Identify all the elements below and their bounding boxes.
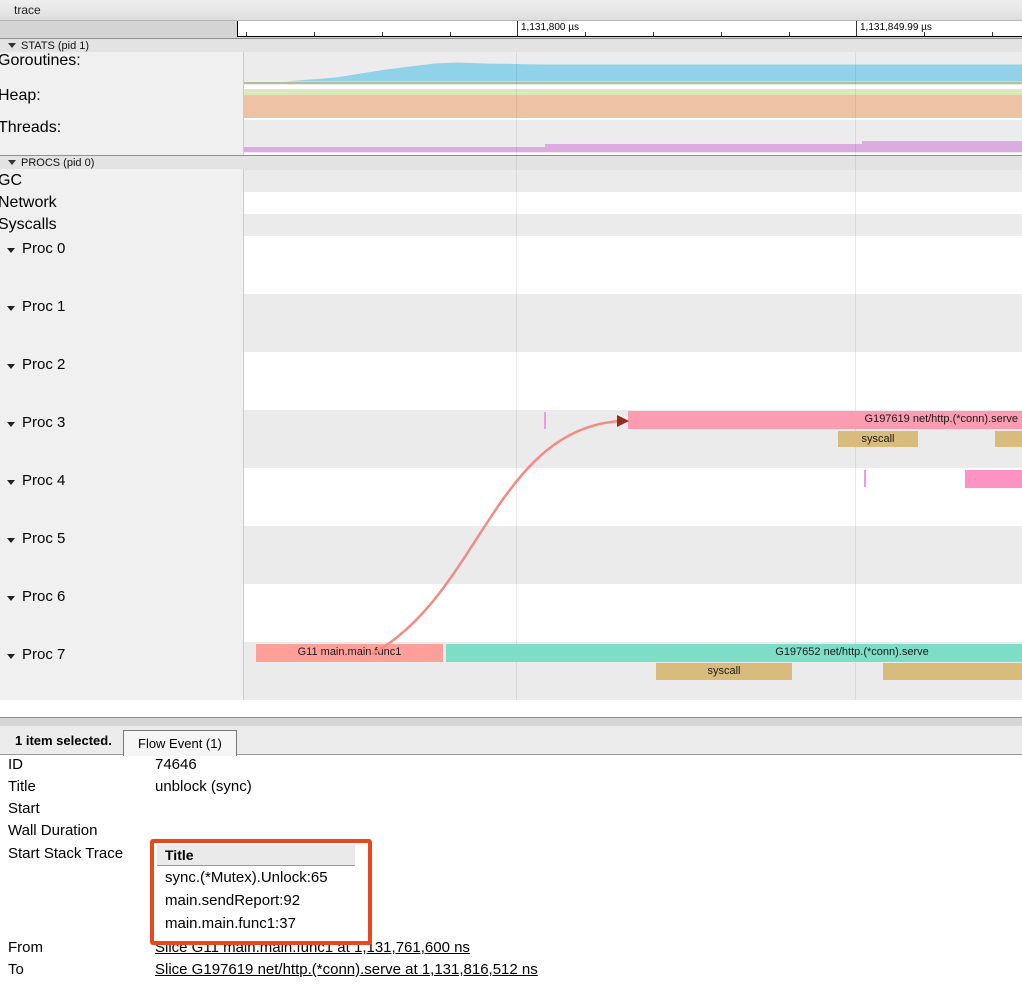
slice-label: syscall <box>707 665 740 677</box>
goroutines-baseline <box>244 82 1022 85</box>
threads-bar-step2 <box>545 144 862 152</box>
ruler-minor-tick <box>653 32 654 36</box>
field-label-to: To <box>8 961 24 978</box>
proc-label: Proc 4 <box>22 472 65 489</box>
procs-section-label: PROCS (pid 0) <box>21 157 94 169</box>
proc-label: Proc 0 <box>22 240 65 257</box>
ruler-minor-tick <box>721 32 722 36</box>
ruler-label: 1,131,800 µs <box>521 22 579 33</box>
tab-flow-event[interactable]: Flow Event (1) <box>123 730 237 756</box>
stats-section-header[interactable]: STATS (pid 1) <box>0 38 1022 53</box>
slice-label: G197652 net/http.(*conn).serve <box>775 646 928 658</box>
collapse-triangle-icon <box>7 596 15 601</box>
instant-event-tick[interactable] <box>864 470 866 487</box>
collapse-triangle-icon <box>7 306 15 311</box>
proc-label: Proc 2 <box>22 356 65 373</box>
slice-syscall-proc3-clipped[interactable] <box>995 431 1022 448</box>
ruler-label: 1,131,849.99 µs <box>860 22 932 33</box>
field-label-start: Start <box>8 800 40 817</box>
ruler-minor-tick <box>314 32 315 36</box>
threads-bar-step1 <box>244 147 545 153</box>
stack-table-header: Title <box>157 845 355 866</box>
stats-section-label: STATS (pid 1) <box>21 40 89 52</box>
counter-label-heap: Heap: <box>0 87 41 105</box>
proc-label: Proc 6 <box>22 588 65 605</box>
collapse-triangle-icon <box>7 248 15 253</box>
stack-frame: main.main.func1:37 <box>157 912 355 935</box>
proc-row-header-4[interactable]: Proc 4 <box>7 472 65 489</box>
proc-row-header-1[interactable]: Proc 1 <box>7 298 65 315</box>
proc-label: Proc 3 <box>22 414 65 431</box>
field-label-wall-duration: Wall Duration <box>8 822 97 839</box>
proc-row-header-7[interactable]: Proc 7 <box>7 646 65 663</box>
gridline <box>855 52 856 700</box>
heap-allocated-band[interactable] <box>244 95 1022 118</box>
slice-g197652[interactable]: G197652 net/http.(*conn).serve <box>446 644 1022 662</box>
track-label-gc: GC <box>0 172 22 190</box>
proc-label: Proc 7 <box>22 646 65 663</box>
ruler-minor-tick <box>450 32 451 36</box>
collapse-triangle-icon <box>7 538 15 543</box>
selection-status: 1 item selected. <box>15 733 112 748</box>
proc5-track-bg[interactable] <box>244 526 1022 584</box>
proc-label: Proc 1 <box>22 298 65 315</box>
collapse-triangle-icon <box>7 654 15 659</box>
track-label-syscalls: Syscalls <box>0 216 57 234</box>
proc-label: Proc 5 <box>22 530 65 547</box>
proc-row-header-3[interactable]: Proc 3 <box>7 414 65 431</box>
collapse-triangle-icon <box>8 160 16 165</box>
proc-row-header-2[interactable]: Proc 2 <box>7 356 65 373</box>
proc1-track-bg[interactable] <box>244 294 1022 352</box>
trace-viewer-window: trace 1,131,800 µs 1,131,849.99 µs STATS… <box>0 0 1022 991</box>
collapse-triangle-icon <box>7 422 15 427</box>
stack-frame: sync.(*Mutex).Unlock:65 <box>157 866 355 889</box>
timeline-ruler[interactable]: 1,131,800 µs 1,131,849.99 µs <box>237 21 1022 37</box>
gc-track-bg[interactable] <box>244 170 1022 192</box>
collapse-triangle-icon <box>8 43 16 48</box>
slice-label: G197619 net/http.(*conn).serve <box>865 413 1022 425</box>
slice-syscall-proc7[interactable]: syscall <box>656 663 792 680</box>
threads-bar-step3 <box>862 141 1022 152</box>
field-label-title: Title <box>8 778 36 795</box>
stack-trace-table: Title sync.(*Mutex).Unlock:65 main.sendR… <box>157 845 355 935</box>
collapse-triangle-icon <box>7 480 15 485</box>
window-titlebar <box>0 0 1022 21</box>
slice-g11[interactable]: G11 main.main.func1 <box>256 644 443 662</box>
slice-syscall-proc3[interactable]: syscall <box>838 431 918 448</box>
from-slice-link[interactable]: Slice G11 main.main.func1 at 1,131,761,6… <box>155 939 470 956</box>
stack-frame: main.sendReport:92 <box>157 889 355 912</box>
proc-row-header-0[interactable]: Proc 0 <box>7 240 65 257</box>
slice-proc4-clipped[interactable] <box>965 470 1022 489</box>
syscalls-track-bg[interactable] <box>244 214 1022 236</box>
ruler-major-tick <box>856 21 857 36</box>
track-label-network: Network <box>0 194 57 212</box>
instant-event-tick[interactable] <box>544 412 546 429</box>
ruler-minor-tick <box>789 32 790 36</box>
to-slice-link[interactable]: Slice G197619 net/http.(*conn).serve at … <box>155 961 538 978</box>
ruler-minor-tick <box>924 32 925 36</box>
ruler-minor-tick <box>246 32 247 36</box>
procs-section-header[interactable]: PROCS (pid 0) <box>0 155 1022 170</box>
ruler-minor-tick <box>585 32 586 36</box>
field-label-start-stack-trace: Start Stack Trace <box>8 845 123 862</box>
field-value-title: unblock (sync) <box>155 778 252 795</box>
proc-row-header-6[interactable]: Proc 6 <box>7 588 65 605</box>
proc-row-header-5[interactable]: Proc 5 <box>7 530 65 547</box>
ruler-minor-tick <box>992 32 993 36</box>
gridline <box>516 52 517 700</box>
goroutines-area-chart <box>244 52 1022 85</box>
collapse-triangle-icon <box>7 364 15 369</box>
field-value-id: 74646 <box>155 756 197 773</box>
field-label-id: ID <box>8 756 23 773</box>
slice-label: syscall <box>861 433 894 445</box>
counter-label-threads: Threads: <box>0 119 61 137</box>
ruler-major-tick <box>517 21 518 36</box>
slice-syscall-proc7-clipped[interactable] <box>883 663 1022 680</box>
window-title: trace <box>14 3 41 17</box>
counter-label-goroutines: Goroutines: <box>0 52 81 70</box>
field-label-from: From <box>8 939 43 956</box>
slice-label: G11 main.main.func1 <box>298 646 402 658</box>
ruler-minor-tick <box>382 32 383 36</box>
slice-g197619[interactable]: G197619 net/http.(*conn).serve <box>628 411 1022 429</box>
